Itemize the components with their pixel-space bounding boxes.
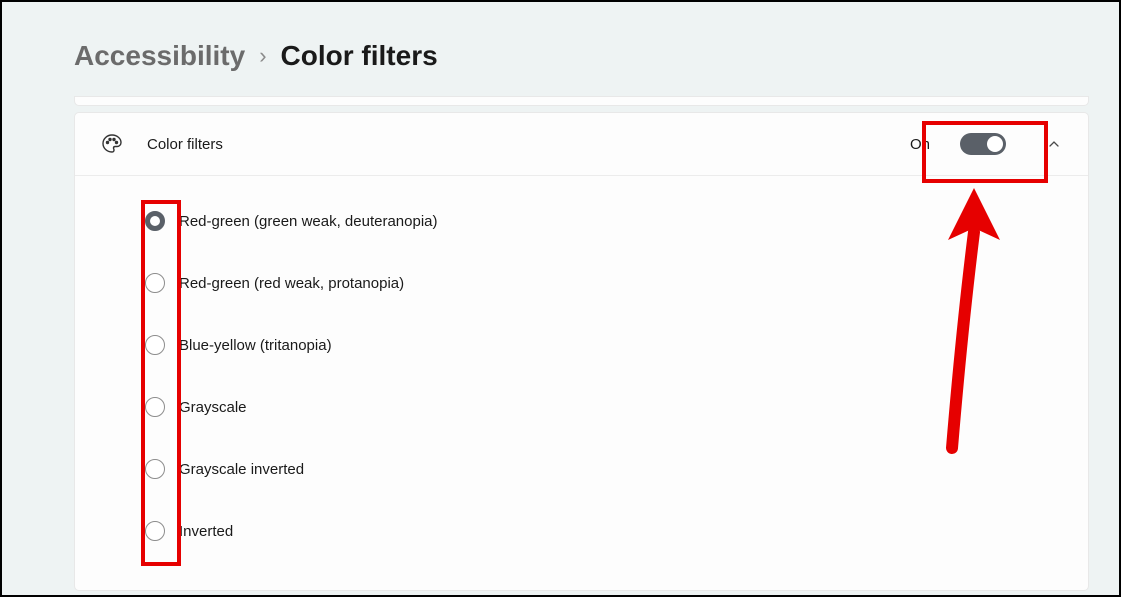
previous-card-edge [74, 96, 1089, 106]
option-grayscale-inverted[interactable]: Grayscale inverted [145, 438, 1062, 500]
chevron-up-icon[interactable] [1046, 136, 1062, 152]
breadcrumb-separator: › [259, 43, 266, 69]
color-filters-card: Color filters On Red-green (green weak, … [74, 112, 1089, 591]
option-deuteranopia[interactable]: Red-green (green weak, deuteranopia) [145, 190, 1062, 252]
option-label: Blue-yellow (tritanopia) [179, 337, 332, 354]
card-title: Color filters [147, 136, 888, 153]
radio-inverted[interactable] [145, 521, 165, 541]
radio-deuteranopia[interactable] [145, 211, 165, 231]
card-header[interactable]: Color filters On [75, 113, 1088, 176]
filter-options-list: Red-green (green weak, deuteranopia) Red… [75, 176, 1088, 590]
option-label: Red-green (green weak, deuteranopia) [179, 213, 438, 230]
radio-tritanopia[interactable] [145, 335, 165, 355]
option-grayscale[interactable]: Grayscale [145, 376, 1062, 438]
palette-icon [99, 131, 125, 157]
settings-window: Accessibility › Color filters Color filt… [0, 0, 1121, 597]
option-label: Grayscale inverted [179, 461, 304, 478]
option-label: Grayscale [179, 399, 247, 416]
radio-grayscale-inverted[interactable] [145, 459, 165, 479]
breadcrumb-parent[interactable]: Accessibility [74, 40, 245, 72]
toggle-state-label: On [910, 136, 930, 153]
radio-grayscale[interactable] [145, 397, 165, 417]
radio-protanopia[interactable] [145, 273, 165, 293]
option-tritanopia[interactable]: Blue-yellow (tritanopia) [145, 314, 1062, 376]
option-protanopia[interactable]: Red-green (red weak, protanopia) [145, 252, 1062, 314]
color-filters-toggle[interactable] [960, 133, 1006, 155]
breadcrumb: Accessibility › Color filters [2, 2, 1119, 96]
option-inverted[interactable]: Inverted [145, 500, 1062, 562]
breadcrumb-current: Color filters [281, 40, 438, 72]
option-label: Inverted [179, 523, 233, 540]
option-label: Red-green (red weak, protanopia) [179, 275, 404, 292]
